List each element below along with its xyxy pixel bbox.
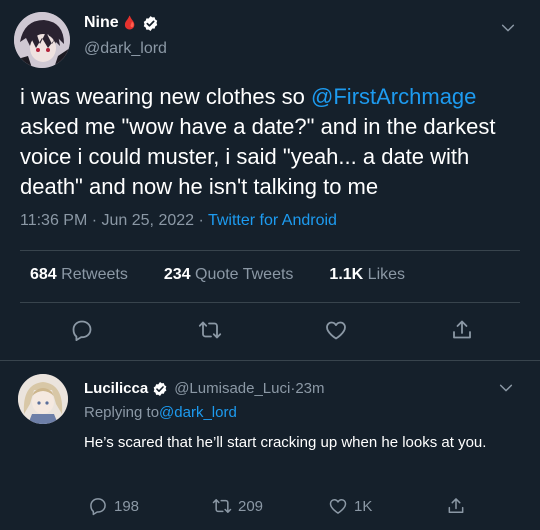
reply-text: He’s scared that he’ll start cracking up… (84, 434, 487, 451)
tweet-stats: 684 Retweets 234 Quote Tweets 1.1K Likes (30, 266, 405, 284)
reply-like-button[interactable]: 1K (328, 496, 372, 516)
tweet-time[interactable]: 11:36 PM (20, 212, 87, 229)
mention-link[interactable]: @FirstArchmage (311, 84, 476, 109)
verified-badge-icon (143, 15, 158, 31)
verified-badge-icon (153, 381, 167, 396)
share-button[interactable] (450, 318, 474, 342)
avatar-image (18, 374, 68, 424)
retweets-count: 684 (30, 266, 57, 283)
tweet-text-part2: asked me "wow have a date?" and in the d… (20, 114, 496, 199)
like-icon (328, 496, 348, 516)
reply-author-name[interactable]: Lucilicca (84, 380, 148, 397)
reply-author-handle[interactable]: @Lumisade_Luci (174, 380, 290, 397)
like-button[interactable] (324, 318, 348, 342)
reply-count: 198 (114, 497, 140, 515)
retweet-button[interactable] (198, 318, 222, 342)
retweet-icon (212, 496, 232, 516)
divider (0, 360, 540, 361)
like-count: 1K (354, 497, 373, 515)
drop-of-blood-emoji: 🩸 (121, 15, 138, 30)
share-icon (446, 496, 466, 516)
reply-header: Lucilicca @Lumisade_Luci · 23m (84, 380, 325, 397)
like-icon (326, 321, 346, 340)
reply-age[interactable]: 23m (295, 380, 324, 397)
author-avatar[interactable] (14, 12, 70, 68)
retweet-icon (198, 321, 222, 339)
reply-button[interactable] (70, 318, 94, 342)
reply-reply-button[interactable]: 198 (88, 496, 139, 516)
quote-tweets-label: Quote Tweets (190, 266, 294, 283)
replying-to-link[interactable]: @dark_lord (159, 404, 237, 421)
reply-share-button[interactable] (446, 496, 466, 516)
retweet-count: 209 (238, 497, 264, 515)
likes-label: Likes (363, 266, 406, 283)
divider (20, 302, 520, 303)
divider (20, 250, 520, 251)
quote-tweets-count: 234 (163, 266, 191, 283)
meta-separator: · (87, 212, 102, 229)
tweet-client[interactable]: Twitter for Android (208, 212, 337, 229)
reply-icon (72, 320, 92, 341)
replying-to-prefix: Replying to (84, 404, 160, 421)
reply-retweet-button[interactable]: 209 (212, 496, 263, 516)
tweet-text: i was wearing new clothes so @FirstArchm… (20, 82, 530, 202)
retweets-label: Retweets (56, 266, 128, 283)
tweet-text-part1: i was wearing new clothes so (20, 84, 312, 109)
reply-icon (88, 496, 108, 516)
avatar-image (14, 12, 70, 68)
reply-author-avatar[interactable] (18, 374, 68, 424)
author-name-row[interactable]: Nine 🩸 (84, 14, 159, 32)
chevron-down-icon[interactable] (498, 380, 514, 396)
retweets-stat[interactable]: 684 Retweets (30, 266, 128, 284)
tweet-meta: 11:36 PM · Jun 25, 2022 · Twitter for An… (20, 212, 337, 230)
share-icon (453, 320, 471, 339)
chevron-down-icon[interactable] (500, 20, 516, 36)
author-name: Nine (84, 14, 119, 31)
likes-count: 1.1K (329, 266, 364, 283)
quote-tweets-stat[interactable]: 234 Quote Tweets (164, 266, 294, 284)
replying-to: Replying to @dark_lord (84, 404, 237, 421)
author-handle[interactable]: @dark_lord (84, 40, 167, 58)
tweet-date[interactable]: Jun 25, 2022 (102, 212, 195, 229)
likes-stat[interactable]: 1.1K Likes (329, 266, 405, 284)
meta-separator: · (194, 212, 208, 229)
